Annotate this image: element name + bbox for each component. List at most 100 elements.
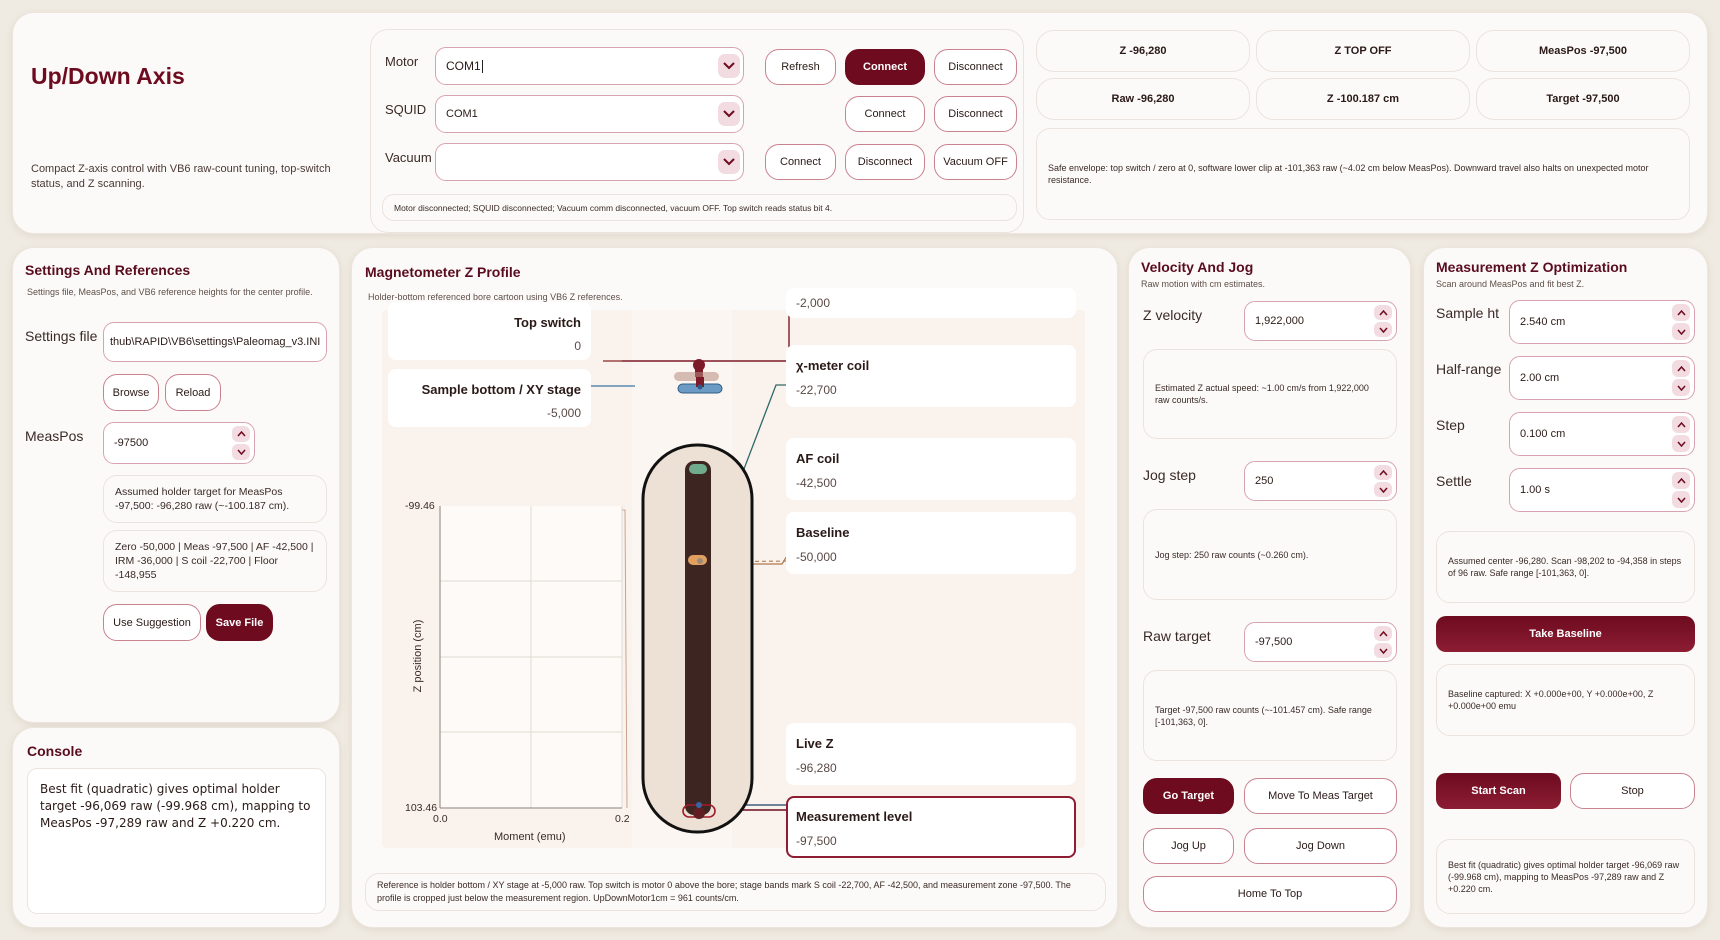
jog-down-button[interactable]: Jog Down xyxy=(1244,828,1397,864)
motor-connect-button[interactable]: Connect xyxy=(845,49,925,85)
velocity-card: Velocity And Jog Raw motion with cm esti… xyxy=(1128,247,1411,928)
settings-file-label: Settings file xyxy=(25,328,98,344)
top-switch-label: Top switch 0 xyxy=(388,302,591,360)
increment-icon[interactable] xyxy=(1374,305,1392,320)
settle-label: Settle xyxy=(1436,473,1472,489)
decrement-icon[interactable] xyxy=(1672,323,1690,340)
vacuum-label: Vacuum xyxy=(385,150,432,165)
increment-icon[interactable] xyxy=(1672,304,1690,321)
half-range-input[interactable]: 2.00 cm xyxy=(1509,356,1695,400)
z-velocity-info: Estimated Z actual speed: ~1.00 cm/s fro… xyxy=(1143,349,1397,439)
z-velocity-input[interactable]: 1,922,000 xyxy=(1244,301,1397,341)
chevron-down-icon xyxy=(718,102,740,126)
squid-label: SQUID xyxy=(385,102,427,117)
chi-meter-coil-label: χ-meter coil -22,700 xyxy=(786,345,1076,407)
decrement-icon[interactable] xyxy=(1672,379,1690,396)
optimization-title: Measurement Z Optimization xyxy=(1436,259,1628,275)
settings-subtitle: Settings file, MeasPos, and VB6 referenc… xyxy=(27,287,313,297)
z-velocity-label: Z velocity xyxy=(1143,307,1203,323)
vacuum-disconnect-button[interactable]: Disconnect xyxy=(845,144,925,180)
baseline-label: Baseline -50,000 xyxy=(786,512,1076,574)
increment-icon[interactable] xyxy=(1374,465,1392,480)
start-scan-button[interactable]: Start Scan xyxy=(1436,773,1561,809)
reload-button[interactable]: Reload xyxy=(165,374,221,411)
jog-step-info: Jog step: 250 raw counts (~0.260 cm). xyxy=(1143,509,1397,600)
squid-disconnect-button[interactable]: Disconnect xyxy=(934,96,1017,132)
motor-disconnect-button[interactable]: Disconnect xyxy=(934,49,1017,85)
use-suggestion-button[interactable]: Use Suggestion xyxy=(103,604,201,641)
settings-card: Settings And References Settings file, M… xyxy=(12,247,340,723)
assumed-target-info: Assumed holder target for MeasPos -97,50… xyxy=(103,475,327,523)
step-label: Step xyxy=(1436,417,1465,433)
squid-connect-button[interactable]: Connect xyxy=(845,96,925,132)
jog-up-button[interactable]: Jog Up xyxy=(1143,828,1234,864)
settings-title: Settings And References xyxy=(25,262,191,278)
raw-status-tile: Raw -96,280 xyxy=(1036,78,1250,120)
increment-icon[interactable] xyxy=(1672,472,1690,489)
increment-icon[interactable] xyxy=(1374,626,1392,641)
vacuum-off-button[interactable]: Vacuum OFF xyxy=(934,144,1017,180)
decrement-icon[interactable] xyxy=(1374,643,1392,658)
go-target-button[interactable]: Go Target xyxy=(1143,778,1234,814)
optimization-card: Measurement Z Optimization Scan around M… xyxy=(1423,247,1708,928)
header-card: Up/Down Axis Compact Z-axis control with… xyxy=(12,12,1708,234)
af-coil-label: AF coil -42,500 xyxy=(786,438,1076,500)
sample-ht-input[interactable]: 2.540 cm xyxy=(1509,300,1695,344)
sample-ht-label: Sample ht xyxy=(1436,305,1500,321)
profile-card: Magnetometer Z Profile Holder-bottom ref… xyxy=(351,247,1118,928)
target-status-tile: Target -97,500 xyxy=(1476,78,1690,120)
measpos-status-tile: MeasPos -97,500 xyxy=(1476,30,1690,72)
stop-button[interactable]: Stop xyxy=(1570,773,1695,809)
jog-step-label: Jog step xyxy=(1143,467,1196,483)
measurement-level-label: Measurement level -97,500 xyxy=(786,796,1076,858)
squid-port-select[interactable]: COM1 xyxy=(435,95,744,133)
refresh-button[interactable]: Refresh xyxy=(765,49,836,85)
decrement-icon[interactable] xyxy=(1672,491,1690,508)
x-tick-left: 0.0 xyxy=(433,813,448,825)
step-input[interactable]: 0.100 cm xyxy=(1509,412,1695,456)
clip-label: -2,000 xyxy=(786,288,1076,318)
settle-input[interactable]: 1.00 s xyxy=(1509,468,1695,512)
raw-target-input[interactable]: -97,500 xyxy=(1244,622,1397,662)
chevron-down-icon xyxy=(718,54,740,78)
vacuum-connect-button[interactable]: Connect xyxy=(765,144,836,180)
take-baseline-button[interactable]: Take Baseline xyxy=(1436,616,1695,652)
motor-label: Motor xyxy=(385,54,419,69)
y-tick-top: -99.46 xyxy=(405,500,435,512)
increment-icon[interactable] xyxy=(1672,360,1690,377)
safe-envelope-info: Safe envelope: top switch / zero at 0, s… xyxy=(1036,128,1690,220)
live-z-label: Live Z -96,280 xyxy=(786,723,1076,785)
decrement-icon[interactable] xyxy=(232,444,250,460)
chevron-down-icon xyxy=(718,150,740,174)
raw-target-info: Target -97,500 raw counts (~-101.457 cm)… xyxy=(1143,670,1397,761)
scan-center-info: Assumed center -96,280. Scan -98,202 to … xyxy=(1436,531,1695,603)
decrement-icon[interactable] xyxy=(1672,435,1690,452)
increment-icon[interactable] xyxy=(232,426,250,442)
vacuum-port-select[interactable] xyxy=(435,143,744,181)
save-file-button[interactable]: Save File xyxy=(206,604,273,641)
settings-file-input[interactable]: thub\RAPID\VB6\settings\Paleomag_v3.INI xyxy=(103,322,327,362)
velocity-subtitle: Raw motion with cm estimates. xyxy=(1141,279,1266,289)
jog-step-input[interactable]: 250 xyxy=(1244,461,1397,501)
velocity-title: Velocity And Jog xyxy=(1141,259,1254,275)
x-axis-label: Moment (emu) xyxy=(494,831,566,843)
browse-button[interactable]: Browse xyxy=(103,374,159,411)
half-range-label: Half-range xyxy=(1436,361,1502,377)
move-to-meas-target-button[interactable]: Move To Meas Target xyxy=(1244,778,1397,814)
measpos-label: MeasPos xyxy=(25,428,84,444)
moment-chart: -99.46 103.46 0.0 0.2 Moment (emu) Z pos… xyxy=(390,486,630,861)
increment-icon[interactable] xyxy=(1672,416,1690,433)
sample-bottom-label: Sample bottom / XY stage -5,000 xyxy=(388,369,591,427)
measpos-input[interactable]: -97500 xyxy=(103,422,255,464)
z-status-tile: Z -96,280 xyxy=(1036,30,1250,72)
connection-status: Motor disconnected; SQUID disconnected; … xyxy=(382,194,1017,221)
motor-port-select[interactable]: COM1 xyxy=(435,47,744,85)
decrement-icon[interactable] xyxy=(1374,322,1392,337)
zcm-status-tile: Z -100.187 cm xyxy=(1256,78,1470,120)
console-output: Best fit (quadratic) gives optimal holde… xyxy=(27,768,326,914)
decrement-icon[interactable] xyxy=(1374,482,1392,497)
optimization-subtitle: Scan around MeasPos and fit best Z. xyxy=(1436,279,1585,289)
home-to-top-button[interactable]: Home To Top xyxy=(1143,876,1397,912)
ztop-status-tile: Z TOP OFF xyxy=(1256,30,1470,72)
page-description: Compact Z-axis control with VB6 raw-coun… xyxy=(31,163,331,190)
